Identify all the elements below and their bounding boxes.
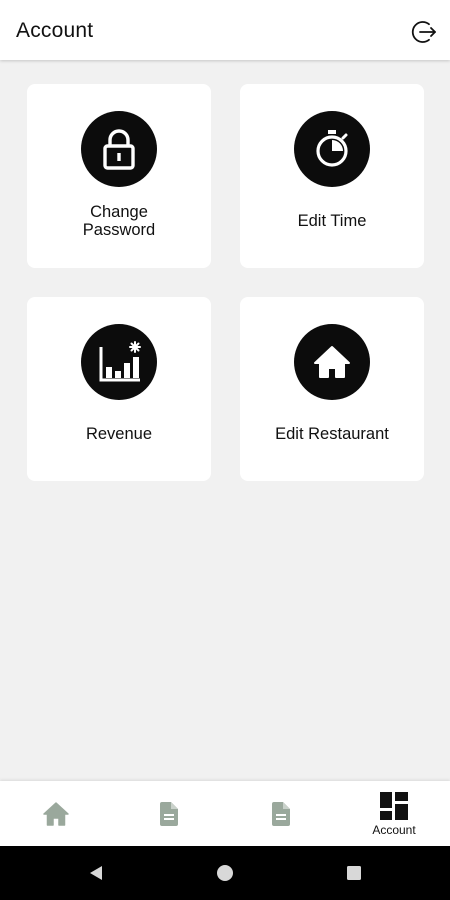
- dashboard-icon: [380, 791, 408, 820]
- nav-home[interactable]: [0, 781, 112, 846]
- bottom-navigation: Account: [0, 781, 450, 846]
- document-icon: [272, 801, 290, 826]
- recents-icon: [347, 866, 361, 880]
- system-recents-button[interactable]: [324, 846, 384, 900]
- change-password-card[interactable]: Change Password: [27, 84, 211, 268]
- system-navigation-bar: [0, 846, 450, 900]
- logout-icon: [411, 21, 436, 43]
- bar-chart-icon: [99, 341, 141, 382]
- nav-orders[interactable]: [113, 781, 225, 846]
- app-bar: Account: [0, 0, 450, 60]
- change-password-label-line1: Change: [90, 203, 148, 221]
- home-icon-circle: [294, 324, 370, 400]
- edit-restaurant-card[interactable]: Edit Restaurant: [240, 297, 424, 481]
- revenue-label: Revenue: [85, 425, 153, 443]
- revenue-card[interactable]: Revenue: [27, 297, 211, 481]
- change-password-label-line2: Password: [82, 221, 156, 239]
- nav-account[interactable]: Account: [338, 781, 450, 846]
- back-icon: [90, 866, 102, 880]
- edit-restaurant-label: Edit Restaurant: [275, 425, 389, 443]
- lock-icon-circle: [81, 111, 157, 187]
- nav-account-label: Account: [372, 822, 416, 837]
- edit-time-label: Edit Time: [297, 212, 367, 230]
- home-icon: [314, 346, 350, 378]
- system-home-button[interactable]: [195, 846, 255, 900]
- system-back-button[interactable]: [66, 846, 126, 900]
- change-password-label: Change Password: [27, 203, 211, 239]
- logout-button[interactable]: [410, 18, 438, 46]
- home-icon: [43, 801, 69, 826]
- lock-icon: [103, 129, 135, 170]
- bar-chart-icon-circle: [81, 324, 157, 400]
- stopwatch-icon: [316, 130, 348, 167]
- page-title: Account: [16, 19, 94, 42]
- document-icon: [160, 801, 178, 826]
- edit-time-card[interactable]: Edit Time: [240, 84, 424, 268]
- stopwatch-icon-circle: [294, 111, 370, 187]
- home-circle-icon: [217, 865, 233, 881]
- nav-reports[interactable]: [225, 781, 337, 846]
